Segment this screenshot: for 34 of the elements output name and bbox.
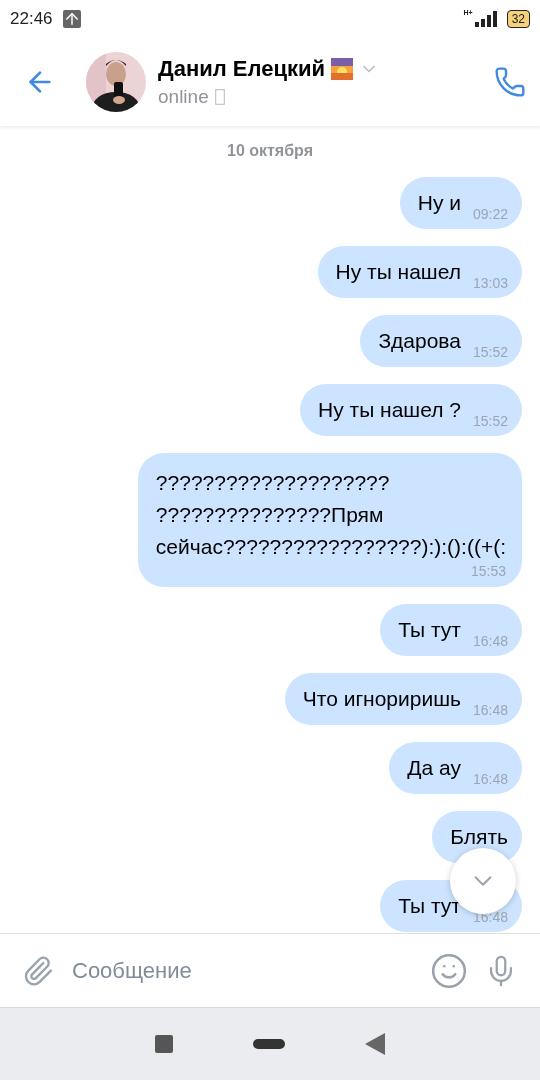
message-time: 16:48 xyxy=(472,702,508,718)
message-input[interactable]: Сообщение xyxy=(70,956,414,985)
contact-name: Данил Елецкий xyxy=(158,56,325,82)
home-pill-icon[interactable] xyxy=(253,1039,285,1049)
date-separator: 10 октября xyxy=(227,142,313,160)
message-time: 15:52 xyxy=(472,344,508,360)
sunrise-icon xyxy=(331,58,353,80)
message-text: ???????????????????? ???????????????Прям сейчас?????????????????):):():((+(: xyxy=(155,470,506,560)
message-text: Да ау xyxy=(407,755,461,781)
message-text: Ну и xyxy=(417,190,461,216)
emoji-button[interactable] xyxy=(430,951,468,990)
call-button[interactable] xyxy=(494,66,526,98)
message-text: Ну ты нашел xyxy=(335,259,461,285)
attach-button[interactable] xyxy=(22,954,54,987)
square-icon[interactable] xyxy=(155,1035,173,1053)
message-time: 16:48 xyxy=(472,633,508,649)
message-time: 16:48 xyxy=(472,771,508,787)
back-triangle-icon[interactable] xyxy=(365,1033,385,1055)
message-text: Ты тут xyxy=(398,893,461,919)
message-text: Ты тут xyxy=(398,617,461,643)
message-time: 15:52 xyxy=(472,413,508,429)
message-text: Ну ты нашел ? xyxy=(318,397,461,423)
signal-icon xyxy=(474,11,497,27)
message-time: 13:03 xyxy=(472,275,508,291)
clock: 22:46 xyxy=(10,9,53,29)
message-text: Здарова xyxy=(378,328,461,354)
message-text: Что игнориришь xyxy=(302,686,461,712)
online-status: online xyxy=(158,86,209,108)
message-time: 15:53 xyxy=(470,563,506,579)
phone-device-icon xyxy=(214,89,225,105)
message-time: 09:22 xyxy=(472,206,508,222)
battery-level: 32 xyxy=(506,10,530,28)
upload-icon xyxy=(62,10,81,28)
message-text: Блять xyxy=(450,824,508,850)
